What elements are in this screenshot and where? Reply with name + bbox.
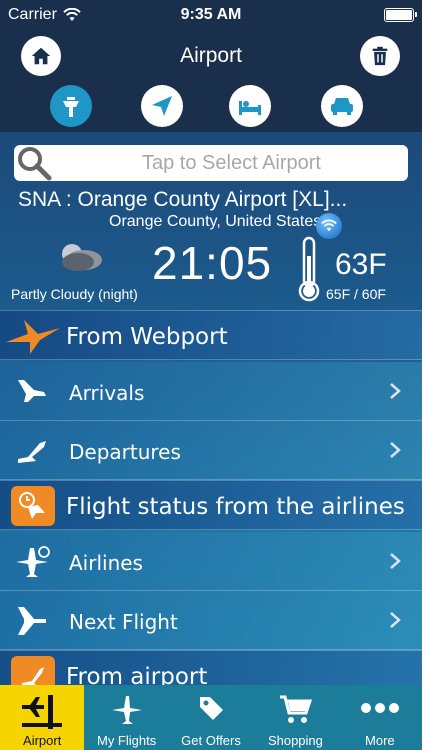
- tower-tab[interactable]: [50, 85, 92, 127]
- cart-icon: [280, 695, 313, 723]
- car-icon: [331, 98, 353, 115]
- local-time: 21:05: [152, 237, 273, 289]
- wifi-icon: [321, 219, 337, 232]
- delete-button[interactable]: [360, 36, 400, 76]
- temperature-range: 65F / 60F: [326, 286, 386, 302]
- more-icon: [360, 703, 399, 713]
- search-icon: [18, 147, 52, 181]
- temperature: 63F: [335, 248, 387, 281]
- departures-label: Departures: [69, 440, 181, 464]
- send-tab[interactable]: [141, 85, 183, 127]
- thermometer-icon: [298, 236, 320, 302]
- hotel-tab[interactable]: [229, 85, 271, 127]
- tab-label: My Flights: [96, 733, 157, 748]
- departures-row[interactable]: Departures: [0, 421, 422, 480]
- tab-more[interactable]: More: [338, 685, 422, 750]
- control-tower-icon: [63, 97, 79, 117]
- status-bar: Carrier 9:35 AM: [0, 0, 422, 30]
- airport-icon: [22, 695, 63, 729]
- tab-get-offers[interactable]: Get Offers: [169, 685, 253, 750]
- carrier-info: Carrier: [8, 6, 148, 24]
- next-flight-icon: [18, 607, 46, 635]
- section-flight-status: Flight status from the airlines: [0, 480, 422, 530]
- bed-icon: [239, 101, 261, 115]
- status-time: 9:35 AM: [180, 6, 242, 23]
- chevron-right-icon: [390, 442, 401, 458]
- weather-condition: Partly Cloudy (night): [11, 286, 138, 302]
- wifi-icon: [63, 8, 81, 21]
- chevron-right-icon: [390, 383, 401, 399]
- tab-shopping[interactable]: Shopping: [253, 685, 337, 750]
- arrivals-label: Arrivals: [69, 381, 145, 405]
- carrier-label: Carrier: [8, 6, 57, 23]
- airlines-label: Airlines: [69, 551, 143, 575]
- airport-search[interactable]: [14, 145, 408, 181]
- battery-icon: [384, 8, 417, 22]
- clock-plane-icon: [19, 492, 45, 519]
- search-input[interactable]: [64, 149, 399, 177]
- airline-plane-icon: [16, 546, 50, 577]
- chevron-right-icon: [390, 612, 401, 628]
- section-label: Flight status from the airlines: [66, 494, 405, 520]
- airport-name: SNA : Orange County Airport [XL]...: [18, 188, 348, 211]
- tab-label: More: [365, 733, 395, 748]
- section-label: From Webport: [66, 324, 228, 350]
- tab-airport[interactable]: Airport: [0, 685, 85, 750]
- airport-location: Orange County, United States: [109, 213, 322, 230]
- section-from-webport: From Webport: [0, 310, 422, 360]
- partly-cloudy-night-icon: [62, 244, 102, 271]
- page-title: Airport: [180, 44, 242, 67]
- arrivals-row[interactable]: Arrivals: [0, 362, 422, 421]
- bird-logo-icon: [6, 320, 60, 354]
- tab-my-flights[interactable]: My Flights: [84, 685, 168, 750]
- bottom-tab-bar: Airport My Flights Get Offers Shopping M…: [0, 685, 422, 750]
- next-flight-row[interactable]: Next Flight: [0, 591, 422, 650]
- paper-plane-icon: [152, 96, 172, 116]
- trash-icon: [372, 46, 388, 66]
- plane-icon: [111, 696, 142, 724]
- departures-icon: [18, 441, 46, 463]
- tab-label: Airport: [23, 733, 62, 748]
- airlines-row[interactable]: Airlines: [0, 532, 422, 591]
- tab-label: Shopping: [267, 733, 323, 748]
- tag-icon: [200, 697, 224, 720]
- flight-status-badge: [11, 486, 55, 526]
- chevron-right-icon: [390, 553, 401, 569]
- next-flight-label: Next Flight: [69, 610, 178, 634]
- arrivals-icon: [18, 380, 46, 402]
- car-tab[interactable]: [321, 85, 363, 127]
- app-header: Airport: [0, 30, 422, 132]
- tab-label: Get Offers: [181, 733, 241, 748]
